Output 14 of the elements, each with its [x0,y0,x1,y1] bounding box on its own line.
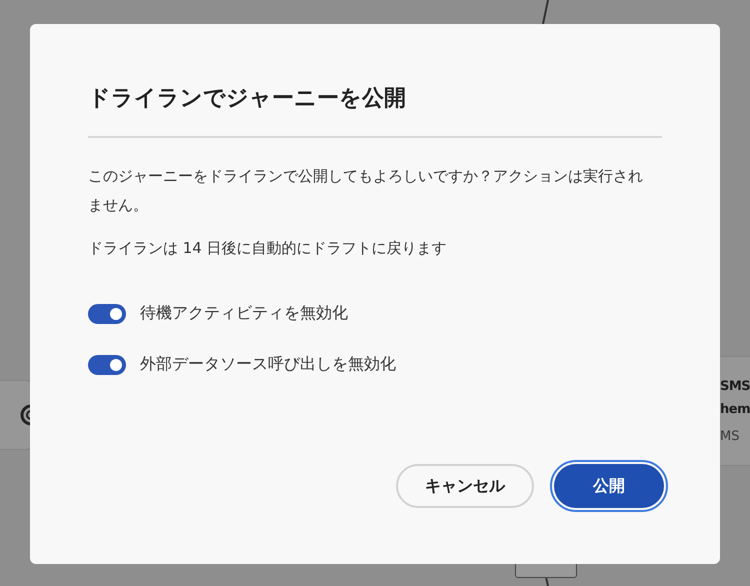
toggle-switch[interactable] [88,304,126,324]
publish-button[interactable]: 公開 [554,464,664,508]
toggle-label: 外部データソース呼び出しを無効化 [140,354,396,375]
cancel-button[interactable]: キャンセル [396,464,534,508]
connector-line [545,576,549,586]
node-subtitle: MS [720,429,740,444]
node-title: hem [720,401,750,419]
dialog-note: ドライランは 14 日後に自動的にドラフトに戻ります [88,238,448,259]
dialog-message: このジャーニーをドライランで公開してもよろしいですか？アクションは実行されません。 [88,166,644,216]
connector-line [542,0,549,24]
node-title: SMS [720,378,750,396]
dialog-title: ドライランでジャーニーを公開 [88,85,407,113]
toggle-label: 待機アクティビティを無効化 [140,303,348,324]
toggle-switch[interactable] [88,354,126,374]
